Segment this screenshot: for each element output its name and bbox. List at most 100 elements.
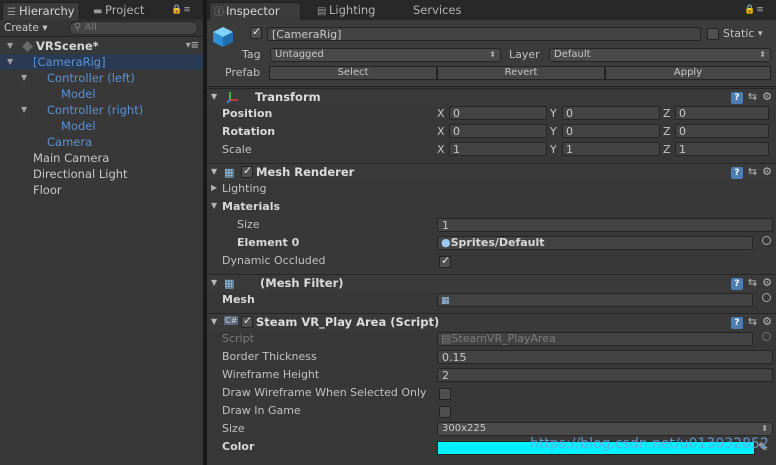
tag-dropdown[interactable]: Untagged ⬍ [270,48,501,62]
axis-label[interactable]: X [437,107,445,120]
expand-arrow-icon[interactable]: ▼ [21,70,27,86]
mesh-object-field[interactable]: ▦ [437,293,753,307]
gear-icon[interactable]: ⚙ [762,165,772,178]
static-checkbox[interactable] [707,28,719,40]
prefab-select-button[interactable]: Select [269,66,437,80]
hierarchy-item[interactable]: ▼ Controller (right) [0,102,203,118]
preset-icon[interactable]: ⇆ [748,315,757,328]
hierarchy-item[interactable]: Floor [0,182,203,198]
scale-z-field[interactable]: 1 [675,142,769,156]
materials-foldout[interactable]: ▼ Materials [207,199,776,217]
scene-root[interactable]: ▼ VRScene* ▾≡ [0,38,203,54]
border-thickness-label: Border Thickness [222,350,317,363]
element0-object-field[interactable]: ●Sprites/Default [437,236,753,250]
hierarchy-panel-menu[interactable]: 🔒≡ [171,5,192,15]
axis-label[interactable]: X [437,143,445,156]
draw-selected-row: Draw Wireframe When Selected Only [207,385,776,403]
gear-icon[interactable]: ⚙ [762,315,772,328]
rotation-x-field[interactable]: 0 [449,124,547,138]
gear-icon[interactable]: ⚙ [762,276,772,289]
hierarchy-item[interactable]: Directional Light [0,166,203,182]
hierarchy-toolbar: Create ▾ ⚲ All [0,20,203,37]
panel-menu-icon[interactable]: ≡ [183,5,192,15]
hierarchy-item-label: Camera [47,135,93,149]
axis-label[interactable]: Z [663,125,671,138]
gear-icon[interactable]: ⚙ [762,90,772,103]
hierarchy-item[interactable]: ▼ Controller (left) [0,70,203,86]
active-checkbox[interactable] [250,25,262,39]
tab-lighting[interactable]: ▤ Lighting [313,2,395,20]
materials-size-field[interactable]: 1 [437,218,773,232]
fold-arrow-icon[interactable]: ▼ [211,167,217,176]
expand-arrow-icon[interactable]: ▼ [7,38,13,54]
lighting-foldout[interactable]: ▶ Lighting [207,181,776,199]
scene-menu-icon[interactable]: ▾≡ [186,38,199,54]
tab-inspector[interactable]: ⓘ Inspector [209,2,301,20]
tab-project[interactable]: ▬ Project [89,2,155,20]
object-picker-icon[interactable] [762,236,771,245]
preset-icon[interactable]: ⇆ [748,276,757,289]
rotation-z-field[interactable]: 0 [675,124,769,138]
hierarchy-item[interactable]: Main Camera [0,150,203,166]
mesh-renderer-enabled-checkbox[interactable] [241,164,253,178]
object-picker-icon[interactable] [762,293,771,302]
preset-icon[interactable]: ⇆ [748,165,757,178]
axis-label[interactable]: Z [663,107,671,120]
border-thickness-field[interactable]: 0.15 [437,350,773,364]
play-area-header[interactable]: ▼ C# Steam VR_Play Area (Script) ? ⇆ ⚙ [207,313,776,331]
axis-label[interactable]: X [437,125,445,138]
scale-x-field[interactable]: 1 [449,142,547,156]
lock-icon[interactable]: 🔒 [744,5,756,15]
fold-arrow-icon[interactable]: ▼ [211,278,217,287]
wireframe-height-field[interactable]: 2 [437,368,773,382]
hierarchy-item[interactable]: ▼ [CameraRig] [0,54,203,70]
tab-hierarchy[interactable]: ☰ Hierarchy [2,2,80,20]
expand-arrow-icon[interactable]: ▼ [7,54,13,70]
rotation-y-field[interactable]: 0 [562,124,660,138]
collapsed-arrow-icon[interactable]: ▶ [211,183,217,192]
mesh-renderer-header[interactable]: ▼ ▦ Mesh Renderer ? ⇆ ⚙ [207,163,776,181]
preset-icon[interactable]: ⇆ [748,90,757,103]
hierarchy-item[interactable]: Camera [0,134,203,150]
panel-menu-icon[interactable]: ≡ [756,5,765,15]
hierarchy-item[interactable]: Model [0,86,203,102]
dynamic-occluded-checkbox[interactable] [439,254,451,268]
play-area-enabled-checkbox[interactable] [241,314,253,328]
axis-label[interactable]: Y [550,143,557,156]
hierarchy-search-input[interactable]: ⚲ All [69,21,198,35]
dynamic-occluded-row: Dynamic Occluded [207,253,776,271]
position-z-field[interactable]: 0 [675,106,769,120]
axis-label[interactable]: Z [663,143,671,156]
component-icons: ? ⇆ ⚙ [726,165,772,179]
scale-y-field[interactable]: 1 [562,142,660,156]
help-icon[interactable]: ? [730,92,743,104]
prefab-apply-button[interactable]: Apply [605,66,771,80]
position-x-field[interactable]: 0 [449,106,547,120]
inspector-panel-menu[interactable]: 🔒≡ [744,5,765,15]
position-y-field[interactable]: 0 [562,106,660,120]
inspector-tabbar: ⓘ Inspector ▤ Lighting Services 🔒≡ [207,0,776,20]
object-name-field[interactable]: [CameraRig] [267,27,701,41]
hierarchy-item[interactable]: Model [0,118,203,134]
draw-selected-checkbox[interactable] [439,388,451,400]
mesh-filter-header[interactable]: ▼ ▦ (Mesh Filter) ? ⇆ ⚙ [207,274,776,292]
transform-rotation-row: Rotation X 0 Y 0 Z 0 [207,124,776,142]
lock-icon[interactable]: 🔒 [171,5,183,15]
tab-services[interactable]: Services [409,2,479,20]
layer-dropdown[interactable]: Default ⬍ [549,48,771,62]
play-area-size-dropdown[interactable]: 300x225 ⬍ [437,422,773,436]
static-dropdown-icon[interactable]: ▾ [758,26,763,42]
axis-label[interactable]: Y [550,107,557,120]
help-icon[interactable]: ? [730,278,743,290]
help-icon[interactable]: ? [730,317,743,329]
fold-arrow-icon[interactable]: ▼ [211,201,217,210]
prefab-revert-button[interactable]: Revert [437,66,605,80]
expand-arrow-icon[interactable]: ▼ [21,102,27,118]
transform-header[interactable]: ▼ Transform ? ⇆ ⚙ [207,88,776,106]
draw-in-game-checkbox[interactable] [439,406,451,418]
help-icon[interactable]: ? [730,167,743,179]
create-button[interactable]: Create ▾ [4,21,48,35]
fold-arrow-icon[interactable]: ▼ [211,317,217,326]
axis-label[interactable]: Y [550,125,557,138]
fold-arrow-icon[interactable]: ▼ [211,92,217,101]
